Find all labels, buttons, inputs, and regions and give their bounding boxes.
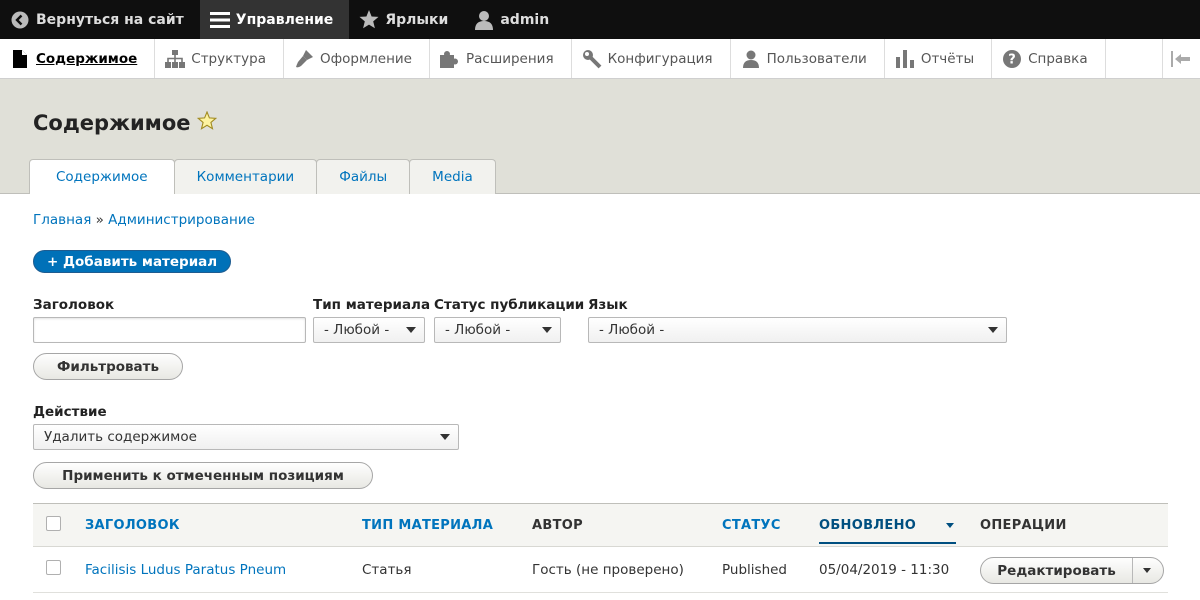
column-type[interactable]: ТИП МАТЕРИАЛА xyxy=(362,518,493,533)
row-author: Гость (не проверено) xyxy=(532,562,684,578)
type-filter-label: Тип материала xyxy=(313,297,431,313)
paintbrush-icon xyxy=(294,49,314,69)
action-select[interactable]: Удалить содержимое xyxy=(33,424,459,450)
tray-item-people[interactable]: Пользователи xyxy=(731,39,885,78)
shortcuts-tab[interactable]: Ярлыки xyxy=(349,0,464,39)
chevron-down-icon xyxy=(440,434,450,440)
language-filter-value: - Любой - xyxy=(599,322,665,338)
tray-item-structure[interactable]: Структура xyxy=(155,39,284,78)
back-arrow-icon xyxy=(10,10,30,30)
type-filter-select[interactable]: - Любой - xyxy=(313,317,425,343)
hamburger-icon xyxy=(209,10,230,30)
row-type: Статья xyxy=(362,562,412,578)
user-icon xyxy=(474,10,494,30)
back-to-site-link[interactable]: Вернуться на сайт xyxy=(0,0,200,39)
collapse-left-icon xyxy=(1171,49,1191,69)
tray-item-label: Расширения xyxy=(466,50,554,67)
column-updated-label: ОБНОВЛЕНО xyxy=(819,518,917,533)
wrench-icon xyxy=(582,49,602,69)
page-header: Содержимое Содержимое Комментарии Файлы … xyxy=(0,79,1200,194)
people-icon xyxy=(741,49,761,69)
language-filter-label: Язык xyxy=(588,297,628,313)
content-table: ЗАГОЛОВОК ТИП МАТЕРИАЛА АВТОР СТАТУС ОБН… xyxy=(33,503,1168,593)
chevron-down-icon xyxy=(406,327,416,333)
file-icon xyxy=(10,49,30,69)
tray-item-help[interactable]: ? Справка xyxy=(992,39,1106,78)
filter-button[interactable]: Фильтровать xyxy=(33,353,183,380)
operations-toggle[interactable] xyxy=(1133,558,1163,583)
column-updated[interactable]: ОБНОВЛЕНО xyxy=(819,518,956,544)
tray-item-label: Конфигурация xyxy=(607,50,713,67)
svg-text:?: ? xyxy=(1008,52,1016,67)
bar-chart-icon xyxy=(895,49,915,69)
page-title: Содержимое xyxy=(33,110,217,135)
column-status[interactable]: СТАТУС xyxy=(722,518,781,533)
table-row: Facilisis Ludus Paratus Pneum Статья Гос… xyxy=(33,547,1168,593)
chevron-down-icon xyxy=(542,327,552,333)
page-title-text: Содержимое xyxy=(33,111,191,135)
tray-item-label: Справка xyxy=(1028,50,1088,67)
row-updated: 05/04/2019 - 11:30 xyxy=(819,562,950,578)
primary-tabs: Содержимое Комментарии Файлы Media xyxy=(29,159,496,194)
language-filter-select[interactable]: - Любой - xyxy=(588,317,1007,343)
tray-item-label: Пользователи xyxy=(766,50,867,67)
status-filter-value: - Любой - xyxy=(445,322,511,338)
table-header: ЗАГОЛОВОК ТИП МАТЕРИАЛА АВТОР СТАТУС ОБН… xyxy=(33,503,1168,547)
tab-media[interactable]: Media xyxy=(409,159,496,194)
action-label: Действие xyxy=(33,404,107,420)
tab-files[interactable]: Файлы xyxy=(316,159,411,194)
tab-content[interactable]: Содержимое xyxy=(29,159,175,194)
sitemap-icon xyxy=(165,49,186,69)
admin-tray: Содержимое Структура Оформление Расширен… xyxy=(0,39,1200,79)
status-filter-label: Статус публикации xyxy=(434,297,585,313)
shortcuts-label: Ярлыки xyxy=(385,11,449,28)
column-operations: ОПЕРАЦИИ xyxy=(980,518,1067,533)
tray-orientation-toggle[interactable] xyxy=(1162,39,1200,78)
row-checkbox[interactable] xyxy=(46,560,61,575)
tray-item-config[interactable]: Конфигурация xyxy=(572,39,731,78)
breadcrumb-admin[interactable]: Администрирование xyxy=(108,212,255,228)
add-content-button[interactable]: + Добавить материал xyxy=(33,250,232,273)
breadcrumb-separator: » xyxy=(95,212,104,228)
title-filter-label: Заголовок xyxy=(33,297,115,313)
row-status: Published xyxy=(722,562,787,578)
help-icon: ? xyxy=(1002,49,1022,69)
select-all-checkbox[interactable] xyxy=(46,516,61,531)
sort-desc-icon xyxy=(946,523,954,528)
back-to-site-label: Вернуться на сайт xyxy=(36,11,184,28)
apply-action-button[interactable]: Применить к отмеченным позициям xyxy=(33,462,373,489)
chevron-down-icon xyxy=(988,327,998,333)
column-title[interactable]: ЗАГОЛОВОК xyxy=(85,518,180,533)
tray-item-content[interactable]: Содержимое xyxy=(0,39,156,78)
row-title-link[interactable]: Facilisis Ludus Paratus Pneum xyxy=(85,562,286,578)
tray-item-reports[interactable]: Отчёты xyxy=(885,39,993,78)
tray-item-label: Содержимое xyxy=(36,50,138,67)
chevron-down-icon xyxy=(1143,568,1151,573)
column-author: АВТОР xyxy=(532,518,583,533)
tab-comments[interactable]: Комментарии xyxy=(173,159,318,194)
tray-item-appearance[interactable]: Оформление xyxy=(284,39,430,78)
title-filter-input[interactable] xyxy=(33,317,306,343)
tray-item-label: Структура xyxy=(191,50,266,67)
tray-item-extend[interactable]: Расширения xyxy=(430,39,572,78)
edit-button[interactable]: Редактировать xyxy=(981,558,1133,583)
status-filter-select[interactable]: - Любой - xyxy=(434,317,561,343)
puzzle-icon xyxy=(440,49,460,69)
manage-label: Управление xyxy=(235,11,334,28)
breadcrumb-home[interactable]: Главная xyxy=(33,212,91,228)
row-operations-dropbutton: Редактировать xyxy=(980,557,1164,584)
star-icon xyxy=(359,10,379,30)
manage-tab[interactable]: Управление xyxy=(199,0,350,39)
breadcrumb: Главная » Администрирование xyxy=(33,212,255,228)
action-value: Удалить содержимое xyxy=(44,429,197,445)
type-filter-value: - Любой - xyxy=(324,322,390,338)
star-icon[interactable] xyxy=(196,110,217,135)
tray-item-label: Оформление xyxy=(319,50,412,67)
user-tab[interactable]: admin xyxy=(464,0,565,39)
tray-item-label: Отчёты xyxy=(920,50,975,67)
user-label: admin xyxy=(500,11,550,28)
admin-toolbar: Вернуться на сайт Управление Ярлыки admi… xyxy=(0,0,1200,39)
